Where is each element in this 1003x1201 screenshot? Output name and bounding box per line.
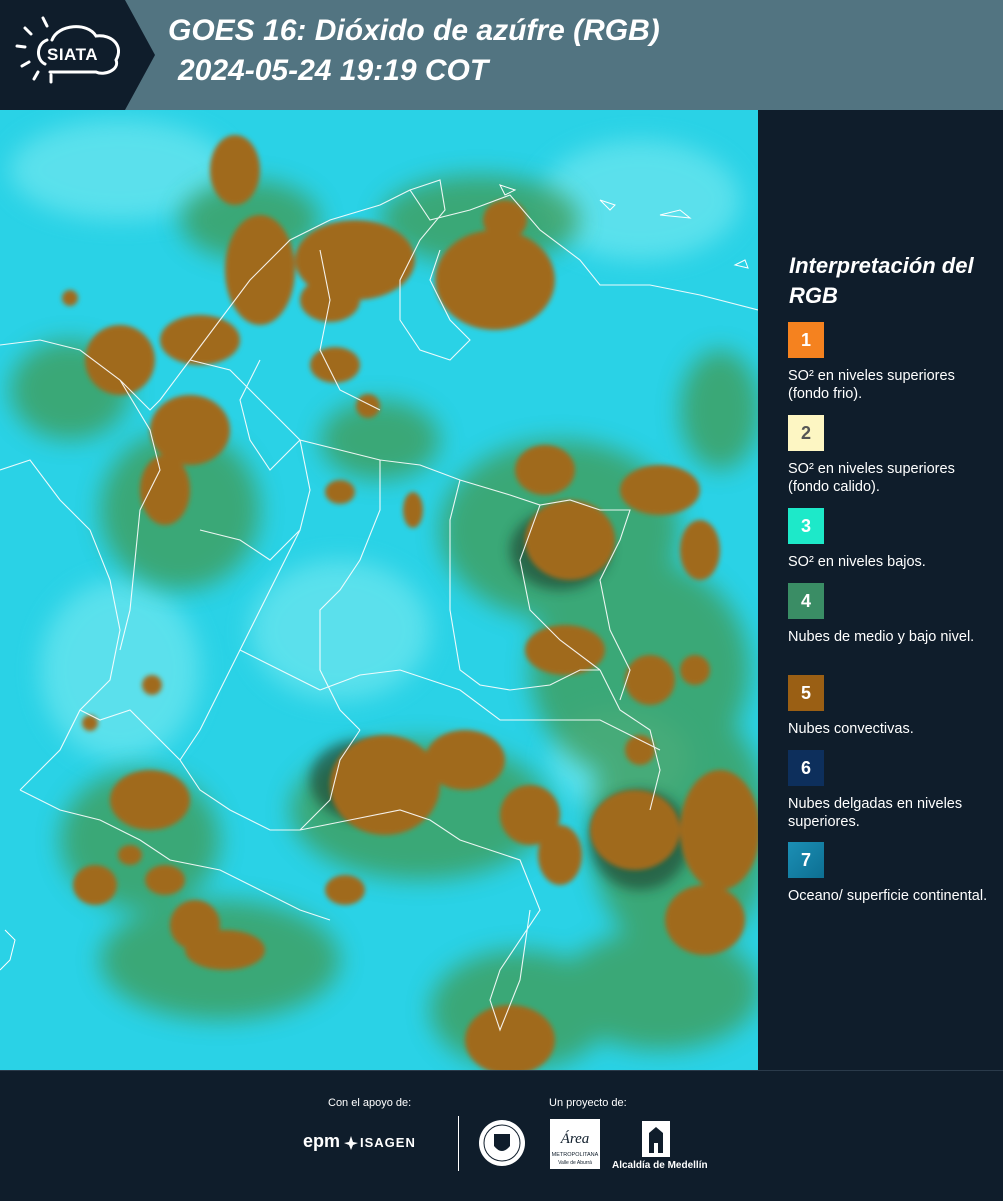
- siata-logo: SIATA: [0, 0, 155, 110]
- support-label: Con el apoyo de:: [328, 1097, 412, 1109]
- legend-swatch-6: 6: [788, 750, 824, 786]
- satellite-image: [0, 110, 758, 1070]
- legend-label-1: SO² en niveles superiores (fondo frio).: [788, 368, 955, 402]
- alcaldia-label: Alcaldía de Medellín: [612, 1160, 708, 1171]
- legend-item-3: 3 SO² en niveles bajos.: [788, 508, 988, 571]
- area-logo-text: Área: [560, 1130, 590, 1147]
- isagen-icon: [344, 1136, 358, 1150]
- logo-text: SIATA: [47, 45, 98, 64]
- alcaldia-building-icon: [642, 1121, 670, 1157]
- legend-swatch-1: 1: [788, 322, 824, 358]
- isagen-logo: ISAGEN: [360, 1135, 416, 1150]
- area-metropolitana-logo: Área METROPOLITANA Valle de Aburrá: [550, 1119, 600, 1169]
- area-logo-sub: METROPOLITANA: [552, 1152, 599, 1158]
- satellite-map: [0, 110, 758, 1070]
- legend-swatch-3: 3: [788, 508, 824, 544]
- legend-item-4: 4 Nubes de medio y bajo nivel.: [788, 583, 988, 646]
- project-label: Un proyecto de:: [549, 1097, 627, 1109]
- legend-label-7: Oceano/ superficie continental.: [788, 888, 988, 904]
- footer-divider: [458, 1116, 459, 1171]
- footer-bar: Con el apoyo de: Un proyecto de: epm ISA…: [0, 1070, 1003, 1201]
- legend-swatch-4: 4: [788, 583, 824, 619]
- legend-swatch-7: 7: [788, 842, 824, 878]
- legend-label-5: Nubes convectivas.: [788, 721, 914, 737]
- legend-label-3: SO² en niveles bajos.: [788, 554, 926, 570]
- legend-title: Interpretación del RGB: [789, 253, 974, 308]
- area-logo-sub2: Valle de Aburrá: [558, 1160, 592, 1166]
- legend-item-1: 1 SO² en niveles superiores (fondo frio)…: [788, 322, 988, 403]
- legend-item-2: 2 SO² en niveles superiores (fondo calid…: [788, 415, 988, 507]
- legend-label-6: Nubes delgadas en niveles superiores.: [788, 796, 963, 830]
- legend-label-2: SO² en niveles superiores (fondo calido)…: [788, 461, 955, 495]
- legend-item-5: 5 Nubes convectivas.: [788, 675, 988, 738]
- legend-label-4: Nubes de medio y bajo nivel.: [788, 629, 975, 645]
- legend-item-6: 6 Nubes delgadas en niveles superiores.: [788, 750, 988, 831]
- page-title: GOES 16: Dióxido de azúfre (RGB): [168, 14, 660, 47]
- medellin-seal-icon: [479, 1120, 525, 1166]
- legend-item-7: 7 Oceano/ superficie continental.: [788, 842, 988, 905]
- legend-panel: Interpretación del RGB 1 SO² en niveles …: [760, 110, 1003, 1070]
- legend-swatch-2: 2: [788, 415, 824, 451]
- legend-swatch-5: 5: [788, 675, 824, 711]
- header-bar: SIATA GOES 16: Dióxido de azúfre (RGB) 2…: [0, 0, 1003, 110]
- epm-logo: epm: [303, 1131, 341, 1151]
- page-timestamp: 2024-05-24 19:19 COT: [178, 54, 489, 87]
